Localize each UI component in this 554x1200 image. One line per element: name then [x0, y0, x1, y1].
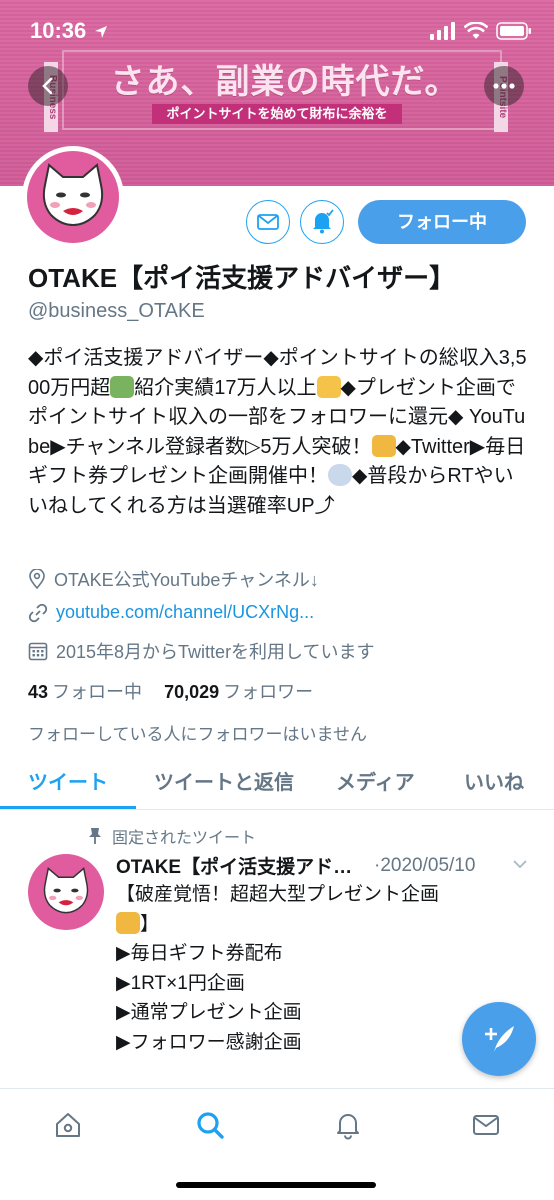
message-button[interactable] [246, 200, 290, 244]
followers-label: フォロワー [223, 682, 314, 702]
nav-messages[interactable] [466, 1105, 506, 1145]
joined-text: 2015年8月からTwitterを利用しています [56, 642, 375, 662]
following-label: フォロー中 [52, 682, 143, 702]
nav-notifications[interactable] [328, 1105, 368, 1145]
status-icons [430, 22, 532, 40]
pinned-label: 固定されたツイート [88, 824, 256, 848]
party-popper-emoji-icon [371, 434, 396, 457]
active-tab-indicator [0, 806, 136, 809]
tweet-author[interactable]: OTAKE【ポイ活支援アドバイザー】 [116, 852, 364, 879]
cellular-signal-icon [430, 22, 455, 40]
tab-media[interactable]: メディア [336, 766, 415, 795]
profile-tabs: ツイート ツイートと返信 メディア いいね [0, 754, 554, 810]
more-icon [493, 83, 515, 89]
location-text: OTAKE公式YouTubeチャンネル↓ [54, 570, 319, 590]
following-link[interactable]: 43 フォロー中 [28, 682, 142, 702]
home-icon [56, 1113, 80, 1137]
raised-hands-emoji-icon [316, 375, 341, 398]
tab-tweets-replies[interactable]: ツイートと返信 [154, 766, 294, 795]
compose-icon [485, 1026, 514, 1052]
mail-icon [257, 214, 279, 230]
location-arrow-icon [95, 26, 107, 38]
calendar-icon [28, 642, 48, 661]
back-button[interactable] [28, 66, 68, 106]
nav-search[interactable] [190, 1105, 230, 1145]
wifi-icon [464, 22, 488, 39]
messages-icon [473, 1115, 499, 1135]
following-button[interactable]: フォロー中 [358, 200, 526, 244]
tab-tweets[interactable]: ツイート [28, 766, 108, 795]
profile-handle: @business_OTAKE [28, 300, 205, 322]
mutual-followers-note: フォローしている人にフォロワーはいません [28, 725, 367, 744]
nav-home[interactable] [48, 1105, 88, 1145]
cat-avatar-icon [43, 867, 89, 914]
url-link[interactable]: youtube.com/channel/UCXrNg... [56, 602, 314, 623]
following-count: 43 [28, 682, 49, 702]
status-time: 10:36 [30, 18, 87, 43]
notifications-icon [337, 1114, 359, 1140]
tab-likes[interactable]: いいね [464, 766, 524, 795]
follow-counts: 43 フォロー中 70,029 フォロワー [28, 678, 313, 704]
banner-headline: さあ、副業の時代だ。 [110, 62, 460, 102]
compose-tweet-button[interactable] [462, 1002, 536, 1076]
tweet-body: 【破産覚悟！超超大型プレゼント企画 】 ▶毎日ギフト券配布 ▶1RT×1円企画 … [116, 880, 516, 1057]
profile-joined: 2015年8月からTwitterを利用しています [28, 638, 375, 664]
tweet-header: OTAKE【ポイ活支援アドバイザー】 ·2020/05/10 [116, 852, 475, 879]
avatar-image [27, 151, 119, 243]
followers-link[interactable]: 70,029 フォロワー [164, 682, 313, 702]
dash-emoji-icon [328, 464, 352, 486]
pin-icon [89, 828, 101, 844]
pinned-text: 固定されたツイート [112, 830, 257, 847]
bio-text-2: 紹介実績17万人以上 [134, 376, 317, 399]
tweet-line-2: 】 [140, 913, 160, 935]
chevron-down-icon[interactable] [512, 858, 528, 870]
cat-avatar-icon [42, 163, 104, 227]
party-popper-emoji-icon [116, 911, 140, 934]
tweet-date[interactable]: ·2020/05/10 [374, 855, 475, 877]
banner-subline: ポイントサイトを始めて財布に余裕を [152, 104, 402, 124]
tweet-rest: ▶毎日ギフト券配布 ▶1RT×1円企画 ▶通常プレゼント企画 ▶フォロワー感謝企… [116, 943, 302, 1053]
money-emoji-icon [110, 375, 135, 398]
profile-bio: ◆ポイ活支援アドバイザー◆ポイントサイトの総収入3,500万円超 紹介実績17万人… [28, 344, 528, 521]
bell-icon [313, 209, 334, 234]
location-icon [29, 569, 45, 589]
more-options-button[interactable] [484, 66, 524, 106]
status-bar: 10:36 [0, 0, 554, 60]
profile-avatar[interactable] [22, 146, 124, 248]
search-icon [197, 1112, 224, 1139]
profile-location: OTAKE公式YouTubeチャンネル↓ [28, 566, 319, 592]
back-icon [42, 77, 53, 95]
tweet-line-1: 【破産覚悟！超超大型プレゼント企画 [116, 884, 440, 905]
home-indicator [176, 1182, 376, 1188]
followers-count: 70,029 [164, 682, 220, 702]
tweet-avatar[interactable] [28, 854, 104, 930]
notification-toggle-button[interactable] [300, 200, 344, 244]
profile-url[interactable]: youtube.com/channel/UCXrNg... [28, 602, 314, 623]
link-icon [28, 603, 48, 622]
profile-name: OTAKE【ポイ活支援アドバイザー】 [28, 263, 456, 293]
battery-icon [496, 22, 531, 40]
